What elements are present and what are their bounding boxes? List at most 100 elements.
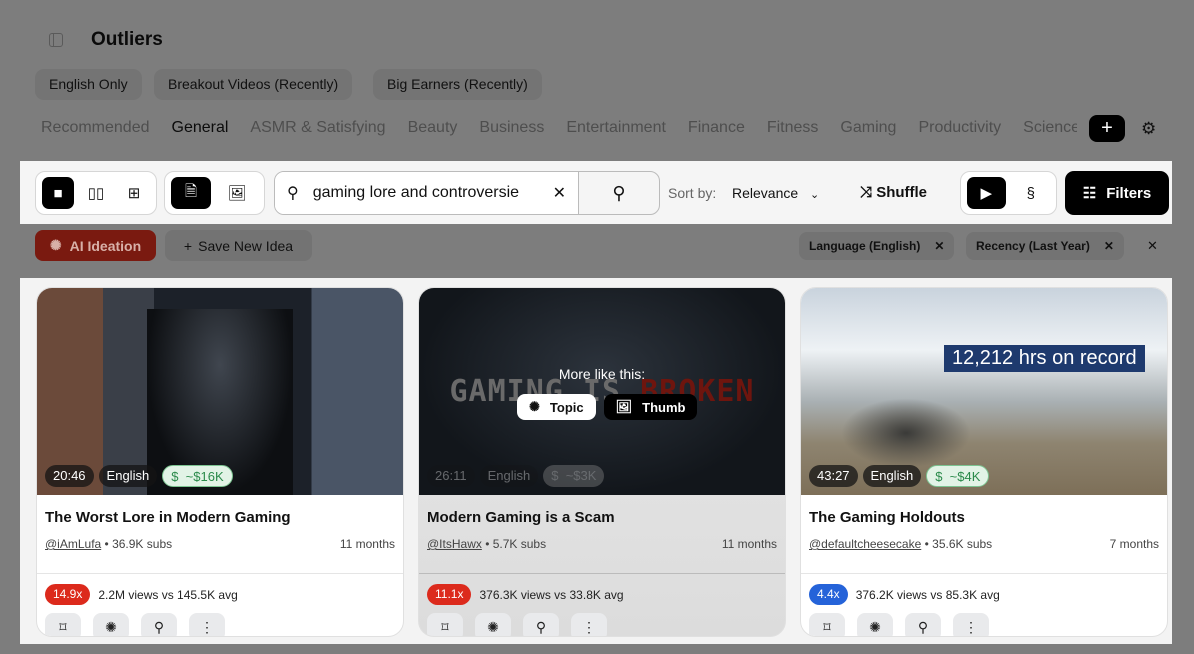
subscriber-count: 5.7K subs	[492, 537, 547, 551]
ai-ideation-button[interactable]: ✺ AI Ideation	[35, 230, 156, 261]
language-badge: English	[98, 465, 158, 487]
tab-science[interactable]: Science	[1023, 119, 1077, 137]
close-icon[interactable]: ✕	[934, 239, 944, 253]
layout-toggle: ■ ▯▯ ⊞	[35, 171, 157, 215]
more-options-icon[interactable]: ⋮	[189, 613, 225, 636]
views-comparison: 376.3K views vs 33.8K avg	[479, 587, 624, 602]
tab-business[interactable]: Business	[479, 119, 544, 137]
video-type-toggle: ▶ §	[960, 171, 1057, 215]
add-category-button[interactable]: +	[1089, 115, 1125, 142]
more-like-thumb-button[interactable]: 🖼 Thumb	[603, 394, 698, 420]
duration-badge: 20:46	[45, 465, 94, 487]
more-options-icon[interactable]: ⋮	[953, 613, 989, 636]
filter-chip-language: Language (English) ✕	[799, 232, 955, 260]
grid-icon[interactable]: ⊞	[118, 177, 150, 209]
channel-link[interactable]: @iAmLufa	[45, 537, 101, 551]
duration-badge: 26:11	[427, 465, 475, 487]
search-mode-toggle: 🗎 🖼	[164, 171, 265, 215]
views-comparison: 376.2K views vs 85.3K avg	[855, 587, 1000, 602]
subscriber-count: 36.9K subs	[112, 537, 173, 551]
earnings-badge: $ ~$3K	[543, 465, 605, 487]
tab-recommended[interactable]: Recommended	[41, 119, 150, 137]
sort-dropdown[interactable]: Relevance ⌄	[732, 185, 819, 201]
filter-chip-recency: Recency (Last Year) ✕	[966, 232, 1124, 260]
sort-label: Sort by:	[668, 185, 717, 201]
bookmark-icon[interactable]: ⌑	[809, 613, 845, 636]
video-card[interactable]: 20:46 English $ ~$16K The Worst Lore in …	[36, 287, 404, 637]
page-title: Outliers	[91, 29, 163, 50]
clear-filters-icon[interactable]: ✕	[1147, 238, 1158, 254]
sidebar-toggle-icon[interactable]	[49, 33, 63, 47]
thumb-label: Thumb	[642, 399, 686, 415]
video-title[interactable]: Modern Gaming is a Scam	[419, 495, 785, 531]
tab-beauty[interactable]: Beauty	[408, 119, 458, 137]
shuffle-label: Shuffle	[876, 184, 928, 201]
more-options-icon[interactable]: ⋮	[571, 613, 607, 636]
search-icon[interactable]: ⚲	[141, 613, 177, 636]
video-age: 7 months	[1109, 537, 1159, 551]
search-button[interactable]: ⚲	[579, 172, 659, 214]
search-icon[interactable]: ⚲	[905, 613, 941, 636]
tab-fitness[interactable]: Fitness	[767, 119, 819, 137]
earnings-value: ~$3K	[565, 468, 597, 483]
tab-finance[interactable]: Finance	[688, 119, 745, 137]
channel-link[interactable]: @defaultcheesecake	[809, 537, 921, 551]
single-column-icon[interactable]: ■	[42, 177, 74, 209]
lightbulb-icon: ✺	[529, 399, 540, 414]
video-thumbnail[interactable]: 12,212 hrs on record 43:27 English $ ~$4…	[801, 288, 1167, 495]
clear-search-icon[interactable]: ✕	[553, 183, 566, 203]
thumbnail-text: 12,212 hrs on record	[944, 345, 1145, 372]
sort-value: Relevance	[732, 185, 799, 201]
search-icon: ⚲	[287, 185, 299, 202]
search-icon[interactable]: ⚲	[523, 613, 559, 636]
tab-entertainment[interactable]: Entertainment	[566, 119, 666, 137]
earnings-value: ~$16K	[185, 469, 224, 484]
search-input[interactable]: gaming lore and controversie	[313, 184, 539, 202]
ai-ideation-label: AI Ideation	[69, 237, 142, 254]
subscriber-count: 35.6K subs	[932, 537, 993, 551]
save-new-idea-button[interactable]: + Save New Idea	[165, 230, 312, 261]
image-icon: 🖼	[615, 399, 633, 414]
outlier-multiplier-badge: 4.4x	[809, 584, 848, 605]
tab-gaming[interactable]: Gaming	[840, 119, 896, 137]
filters-label: Filters	[1106, 184, 1152, 202]
preset-english-only[interactable]: English Only	[35, 69, 142, 100]
plus-icon: +	[183, 237, 193, 254]
video-card[interactable]: GAMING IS BROKEN More like this: ✺ Topic …	[418, 287, 786, 637]
topic-label: Topic	[549, 399, 584, 415]
outlier-multiplier-badge: 14.9x	[45, 584, 91, 605]
earnings-badge: $ ~$16K	[162, 465, 233, 487]
shorts-icon[interactable]: §	[1012, 177, 1051, 209]
video-age: 11 months	[339, 537, 395, 551]
search-box: ⚲ gaming lore and controversie ✕ ⚲	[274, 171, 660, 215]
tab-general[interactable]: General	[172, 119, 229, 137]
filters-button[interactable]: ☷ Filters	[1065, 171, 1169, 215]
two-column-icon[interactable]: ▯▯	[80, 177, 112, 209]
tab-asmr[interactable]: ASMR & Satisfying	[250, 119, 385, 137]
video-age: 11 months	[721, 537, 777, 551]
preset-breakout-videos[interactable]: Breakout Videos (Recently)	[154, 69, 353, 100]
document-icon[interactable]: 🗎	[171, 177, 211, 209]
video-thumbnail[interactable]: 20:46 English $ ~$16K	[37, 288, 403, 495]
lightbulb-icon[interactable]: ✺	[857, 613, 893, 636]
views-comparison: 2.2M views vs 145.5K avg	[98, 587, 238, 602]
shuffle-icon: ⤨	[860, 184, 873, 201]
more-like-topic-button[interactable]: ✺ Topic	[517, 394, 596, 420]
bookmark-icon[interactable]: ⌑	[427, 613, 463, 636]
shuffle-button[interactable]: ⤨ Shuffle	[860, 184, 927, 201]
tab-productivity[interactable]: Productivity	[918, 119, 1001, 137]
lightbulb-icon[interactable]: ✺	[93, 613, 129, 636]
close-icon[interactable]: ✕	[1104, 239, 1114, 253]
video-thumbnail[interactable]: GAMING IS BROKEN More like this: ✺ Topic …	[419, 288, 785, 495]
gear-icon[interactable]: ⚙	[1141, 119, 1156, 139]
bookmark-icon[interactable]: ⌑	[45, 613, 81, 636]
video-play-icon[interactable]: ▶	[967, 177, 1006, 209]
preset-big-earners[interactable]: Big Earners (Recently)	[373, 69, 542, 100]
lightbulb-icon[interactable]: ✺	[475, 613, 511, 636]
video-title[interactable]: The Gaming Holdouts	[801, 495, 1167, 531]
image-icon[interactable]: 🖼	[217, 177, 257, 209]
video-title[interactable]: The Worst Lore in Modern Gaming	[37, 495, 403, 531]
channel-link[interactable]: @ItsHawx	[427, 537, 482, 551]
earnings-badge: $ ~$4K	[926, 465, 990, 487]
video-card[interactable]: 12,212 hrs on record 43:27 English $ ~$4…	[800, 287, 1168, 637]
